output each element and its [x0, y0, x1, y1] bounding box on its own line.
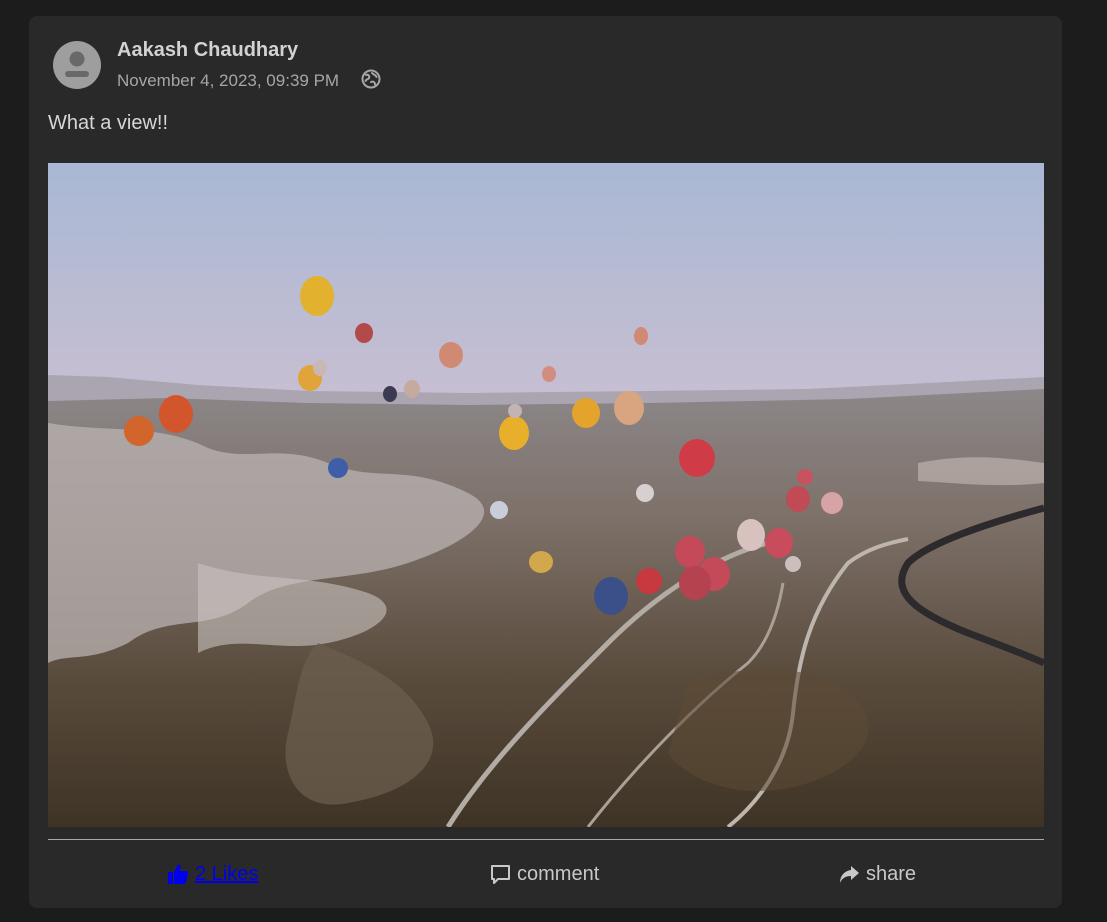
share-label: share — [866, 862, 917, 885]
post-photo[interactable] — [48, 163, 1044, 827]
post-timestamp: November 4, 2023, 09:39 PM — [117, 71, 340, 90]
globe-icon — [361, 69, 381, 89]
post-card: Aakash Chaudhary November 4, 2023, 09:39… — [29, 16, 1062, 908]
avatar[interactable] — [53, 41, 101, 89]
thumbs-up-icon — [168, 864, 189, 884]
share-button[interactable]: share — [839, 856, 916, 892]
like-button[interactable]: 2 Likes — [167, 856, 258, 892]
action-divider — [48, 839, 1044, 840]
likes-count-label: 2 Likes — [195, 862, 259, 885]
post-text: What a view!! — [48, 112, 169, 134]
author-name[interactable]: Aakash Chaudhary — [117, 39, 298, 62]
comment-button[interactable]: comment — [490, 856, 599, 892]
user-avatar-icon — [53, 41, 101, 89]
share-arrow-icon — [840, 865, 859, 883]
comment-label: comment — [517, 862, 600, 885]
comment-icon — [491, 864, 510, 884]
